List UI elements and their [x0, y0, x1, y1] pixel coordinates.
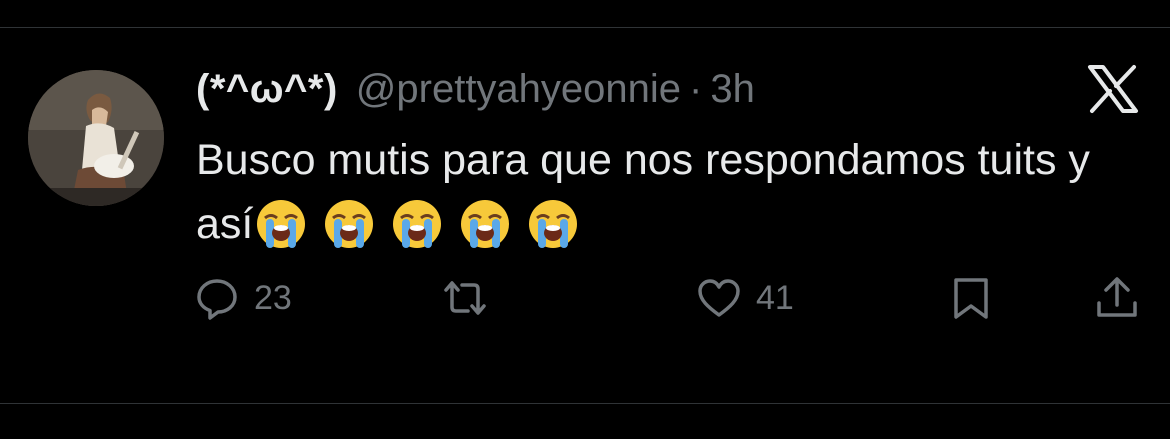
user-handle[interactable]: @prettyahyeonnie [356, 67, 681, 112]
divider [0, 27, 1170, 28]
separator-dot: · [689, 66, 703, 111]
bookmark-icon [954, 278, 988, 319]
x-logo-icon [1086, 64, 1140, 114]
tweet-header: (*^ω^*) @prettyahyeonnie · 3h [196, 66, 755, 112]
reply-count: 23 [254, 278, 292, 317]
tweet-card[interactable]: (*^ω^*) @prettyahyeonnie · 3h Busco muti… [0, 0, 1170, 439]
loudly-crying-face-icon [391, 198, 443, 250]
action-bar: 23 41 [0, 270, 1170, 326]
loudly-crying-face-icon [527, 198, 579, 250]
timestamp[interactable]: 3h [710, 67, 755, 112]
retweet-icon [444, 281, 486, 315]
display-name[interactable]: (*^ω^*) [196, 67, 338, 112]
avatar-image [28, 70, 164, 206]
emoji-row [255, 198, 579, 250]
like-count: 41 [756, 278, 794, 317]
share-button[interactable] [1094, 270, 1140, 326]
divider [0, 403, 1170, 404]
tweet-text-container: Busco mutis para que nos respondamos tui… [196, 128, 1136, 256]
like-button[interactable]: 41 [696, 270, 794, 326]
loudly-crying-face-icon [459, 198, 511, 250]
heart-icon [698, 279, 740, 317]
reply-icon [197, 279, 237, 320]
reply-button[interactable]: 23 [194, 270, 292, 326]
retweet-button[interactable] [442, 270, 502, 326]
avatar[interactable] [28, 70, 164, 206]
bookmark-button[interactable] [948, 270, 994, 326]
loudly-crying-face-icon [255, 198, 307, 250]
share-icon [1097, 277, 1137, 317]
loudly-crying-face-icon [323, 198, 375, 250]
